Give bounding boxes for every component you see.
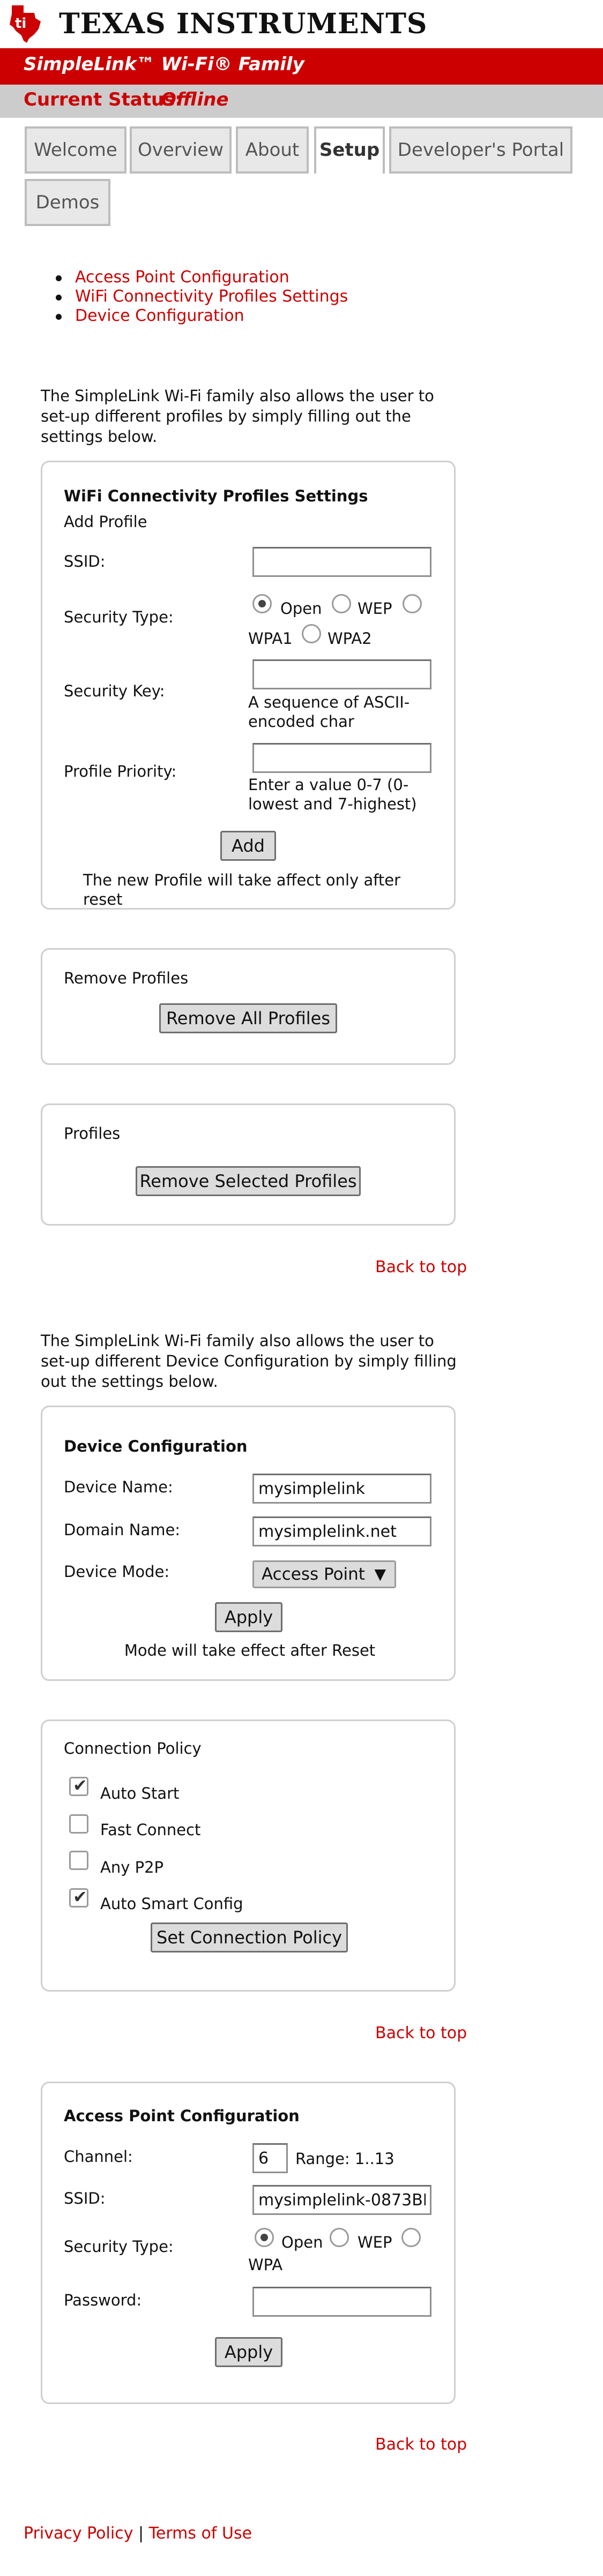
connection-policy-title: Connection Policy	[64, 1739, 202, 1758]
password-label: Password:	[64, 2291, 142, 2309]
device-config-panel: Device Configuration Device Name: Domain…	[41, 1406, 456, 1681]
tab-demos[interactable]: Demos	[25, 179, 110, 226]
profile-priority-input[interactable]	[252, 743, 431, 773]
profile-ssid-input[interactable]	[252, 547, 431, 577]
device-config-title: Device Configuration	[64, 1437, 248, 1455]
security-wpa1-radio[interactable]	[403, 594, 422, 613]
ap-security-wep-radio[interactable]	[330, 2228, 349, 2247]
ap-security-wep-label: WEP	[358, 2233, 392, 2251]
tab-setup[interactable]: Setup	[314, 126, 385, 174]
device-mode-value: Access Point	[262, 1565, 365, 1584]
product-title: SimpleLink™ Wi-Fi® Family	[24, 54, 304, 75]
ap-ssid-input[interactable]	[252, 2185, 431, 2215]
any-p2p-checkbox[interactable]	[69, 1851, 88, 1870]
back-to-top-link-2[interactable]: Back to top	[375, 2024, 467, 2042]
ap-apply-button[interactable]: Apply	[215, 2337, 282, 2367]
texas-state-logo-icon: ti	[10, 5, 41, 43]
privacy-policy-link[interactable]: Privacy Policy	[24, 2524, 133, 2543]
security-wpa1-label: WPA1	[248, 629, 293, 648]
security-type-label: Security Type:	[64, 608, 174, 626]
product-bar: SimpleLink™ Wi-Fi® Family	[0, 48, 603, 85]
security-key-label: Security Key:	[64, 682, 165, 700]
terms-of-use-link[interactable]: Terms of Use	[149, 2524, 252, 2543]
device-mode-select[interactable]: Access Point ▼	[252, 1560, 396, 1588]
connection-policy-panel: Connection Policy Auto Start Fast Connec…	[41, 1719, 456, 1992]
access-point-panel: Access Point Configuration Channel: Rang…	[41, 2082, 456, 2404]
remove-profiles-panel: Remove Profiles Remove All Profiles	[41, 948, 456, 1065]
security-key-input[interactable]	[252, 659, 431, 689]
tab-about[interactable]: About	[236, 126, 309, 174]
profiles-list-panel: Profiles Remove Selected Profiles	[41, 1103, 456, 1226]
status-value: Offline	[161, 89, 229, 110]
auto-smart-config-checkbox[interactable]	[69, 1887, 88, 1907]
security-wep-radio[interactable]	[332, 594, 351, 613]
ap-ssid-label: SSID:	[64, 2189, 106, 2207]
security-wep-label: WEP	[358, 599, 392, 618]
ap-security-open-radio[interactable]	[255, 2228, 274, 2247]
access-point-title: Access Point Configuration	[64, 2107, 300, 2125]
status-bar: Current Status: Offline	[0, 85, 603, 118]
device-mode-label: Device Mode:	[64, 1563, 170, 1581]
fast-connect-label: Fast Connect	[100, 1821, 201, 1839]
device-name-input[interactable]	[252, 1474, 431, 1504]
ap-security-open-label: Open	[281, 2233, 323, 2251]
domain-name-input[interactable]	[252, 1516, 431, 1546]
remove-all-profiles-button[interactable]: Remove All Profiles	[159, 1003, 337, 1033]
device-mode-note: Mode will take effect after Reset	[124, 1641, 376, 1659]
tab-developers-portal[interactable]: Developer's Portal	[389, 126, 572, 174]
ap-security-wpa-radio[interactable]	[401, 2228, 421, 2247]
channel-input[interactable]	[252, 2143, 288, 2173]
ssid-label: SSID:	[64, 552, 106, 570]
header-logo-bar: ti TEXAS INSTRUMENTS	[0, 0, 603, 49]
tab-overview[interactable]: Overview	[130, 126, 232, 174]
auto-start-label: Auto Start	[100, 1784, 180, 1803]
fast-connect-checkbox[interactable]	[69, 1814, 88, 1834]
password-input[interactable]	[252, 2287, 431, 2317]
footer-separator: |	[138, 2524, 144, 2543]
profile-priority-hint: Enter a value 0-7 (0-lowest and 7-highes…	[248, 776, 417, 813]
device-intro-text: The SimpleLink Wi-Fi family also allows …	[41, 1332, 457, 1391]
back-to-top-link-1[interactable]: Back to top	[375, 1258, 467, 1276]
device-apply-button[interactable]: Apply	[215, 1602, 282, 1632]
dropdown-arrow-icon: ▼	[374, 1565, 386, 1583]
security-open-radio[interactable]	[252, 594, 272, 613]
back-to-top-link-3[interactable]: Back to top	[375, 2435, 467, 2454]
ap-security-wpa-label: WPA	[248, 2256, 283, 2274]
any-p2p-label: Any P2P	[100, 1858, 164, 1876]
tab-welcome[interactable]: Welcome	[25, 126, 126, 174]
channel-label: Channel:	[64, 2147, 133, 2166]
profiles-list-title: Profiles	[64, 1124, 121, 1143]
add-profile-subtitle: Add Profile	[64, 513, 147, 531]
svg-text:ti: ti	[15, 16, 26, 32]
wifi-profiles-title: WiFi Connectivity Profiles Settings	[64, 487, 368, 505]
security-wpa2-label: WPA2	[327, 629, 372, 648]
profile-reset-note: The new Profile will take affect only af…	[83, 871, 401, 908]
status-label: Current Status:	[24, 89, 183, 110]
remove-profiles-title: Remove Profiles	[64, 969, 189, 987]
nav-link-access-point[interactable]: Access Point Configuration	[56, 268, 450, 287]
device-name-label: Device Name:	[64, 1478, 173, 1496]
set-connection-policy-button[interactable]: Set Connection Policy	[151, 1922, 348, 1952]
ap-security-type-label: Security Type:	[64, 2237, 174, 2256]
footer: Privacy Policy | Terms of Use	[24, 2524, 252, 2543]
auto-start-checkbox[interactable]	[69, 1775, 88, 1796]
profile-priority-label: Profile Priority:	[64, 762, 177, 780]
nav-link-device-config[interactable]: Device Configuration	[56, 306, 450, 325]
remove-selected-profiles-button[interactable]: Remove Selected Profiles	[136, 1166, 361, 1196]
security-open-label: Open	[280, 599, 322, 618]
channel-range-text: Range: 1..13	[295, 2150, 394, 2168]
profiles-intro-text: The SimpleLink Wi-Fi family also allows …	[41, 387, 434, 446]
add-profile-button[interactable]: Add	[220, 831, 276, 861]
company-name: TEXAS INSTRUMENTS	[59, 7, 428, 40]
wifi-profiles-panel: WiFi Connectivity Profiles Settings Add …	[41, 461, 456, 910]
security-key-hint: A sequence of ASCII-encoded char	[248, 693, 410, 731]
nav-link-wifi-profiles[interactable]: WiFi Connectivity Profiles Settings	[56, 287, 450, 306]
auto-smart-config-label: Auto Smart Config	[100, 1895, 243, 1913]
security-wpa2-radio[interactable]	[302, 624, 321, 643]
domain-name-label: Domain Name:	[64, 1521, 181, 1539]
